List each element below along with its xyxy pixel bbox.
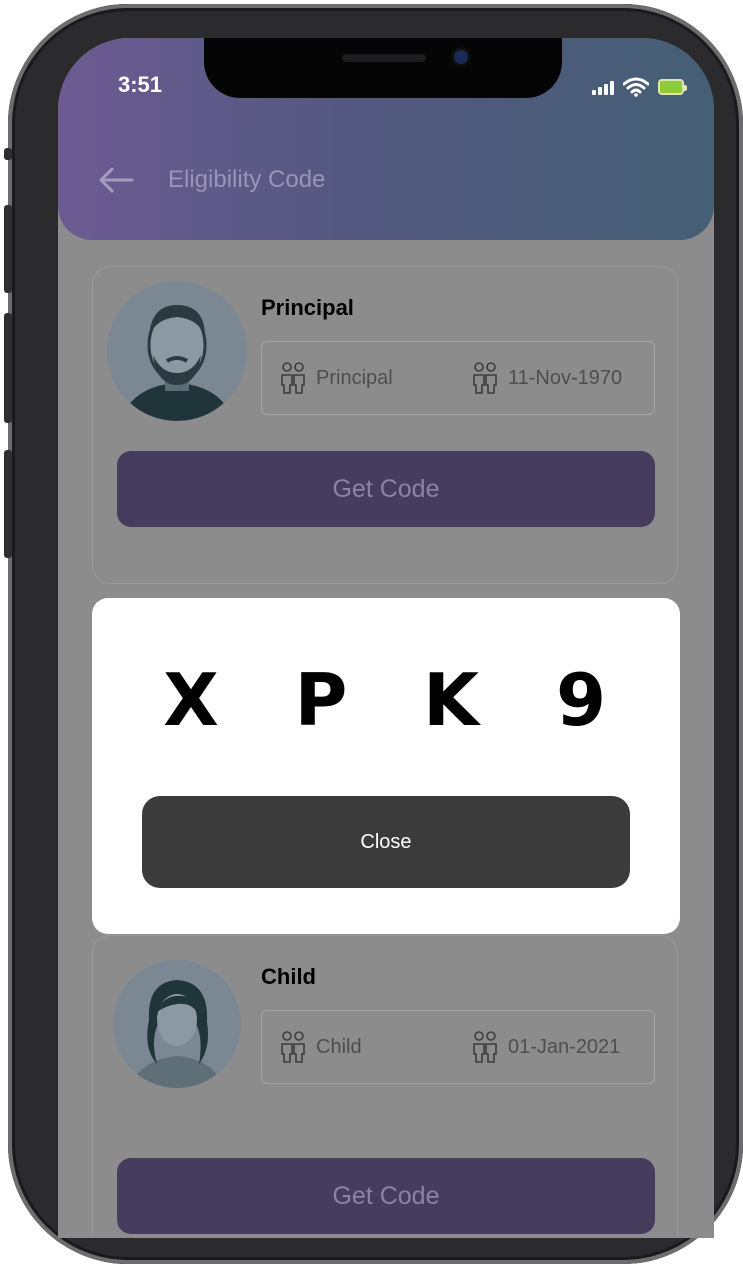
- volume-down-button: [4, 313, 12, 423]
- people-icon: [281, 1031, 305, 1063]
- eligibility-code: X P K 9: [92, 658, 680, 742]
- member-card-child: Child Child 01-Jan-2021 Get Code: [92, 935, 678, 1238]
- get-code-button[interactable]: Get Code: [117, 451, 655, 527]
- signal-icon: [592, 79, 614, 95]
- relation-field: Child: [280, 1011, 362, 1083]
- speaker-grill: [342, 54, 426, 62]
- member-card-principal: Principal Principal 11-Nov-1970 Get Code: [92, 266, 678, 584]
- front-camera: [454, 50, 468, 64]
- dob-label: 01-Jan-2021: [508, 1035, 621, 1058]
- relation-label: Principal: [316, 366, 393, 389]
- woman-avatar-icon: [113, 960, 241, 1088]
- get-code-button[interactable]: Get Code: [117, 1158, 655, 1234]
- notch: [204, 38, 562, 98]
- code-char: 9: [555, 658, 607, 742]
- volume-up-button: [4, 205, 12, 293]
- code-modal: X P K 9 Close: [92, 598, 680, 934]
- member-info-box: Principal 11-Nov-1970: [261, 341, 655, 415]
- close-button[interactable]: Close: [142, 796, 630, 888]
- code-char: X: [163, 658, 219, 742]
- people-icon: [281, 362, 305, 394]
- code-char: P: [294, 658, 348, 742]
- relation-field: Principal: [280, 342, 393, 414]
- dob-label: 11-Nov-1970: [508, 366, 623, 389]
- wifi-icon: [623, 77, 649, 97]
- man-avatar-icon: [107, 281, 247, 421]
- people-icon: [473, 1031, 497, 1063]
- member-info-box: Child 01-Jan-2021: [261, 1010, 655, 1084]
- people-icon: [473, 362, 497, 394]
- status-time: 3:51: [118, 72, 163, 97]
- back-arrow-icon[interactable]: [98, 166, 134, 194]
- status-icons: [592, 76, 687, 98]
- member-name: Child: [261, 964, 316, 989]
- side-button: [4, 450, 12, 558]
- battery-charging-icon: [658, 79, 687, 95]
- screen: 3:51 Eligibility Code Principal Principa…: [58, 38, 714, 1238]
- page-title: Eligibility Code: [168, 166, 326, 193]
- dob-field: 01-Jan-2021: [472, 1011, 620, 1083]
- code-char: K: [423, 658, 479, 742]
- member-name: Principal: [261, 295, 354, 320]
- dob-field: 11-Nov-1970: [472, 342, 622, 414]
- relation-label: Child: [316, 1035, 362, 1058]
- mute-switch: [4, 148, 12, 160]
